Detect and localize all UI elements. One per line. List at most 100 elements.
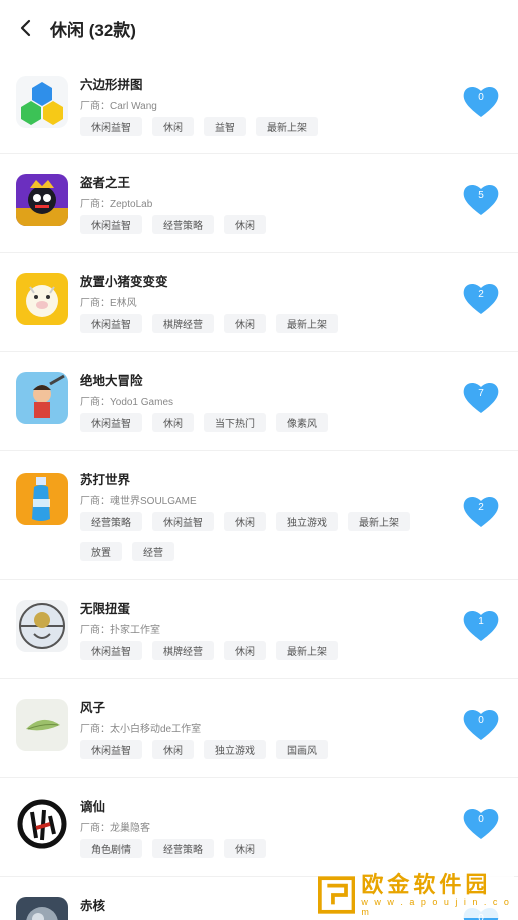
game-name[interactable]: 无限扭蛋 — [80, 598, 130, 617]
vendor-name: 魂世界SOULGAME — [110, 496, 197, 507]
game-tag[interactable]: 国画风 — [276, 740, 328, 759]
game-tag[interactable]: 经营策略 — [80, 512, 142, 531]
game-row[interactable]: 谪仙厂商：龙巢隐客角色剧情 经营策略 休闲 0 — [0, 778, 518, 877]
tag-list: 休闲益智 棋牌经营 休闲 最新上架 — [80, 641, 440, 660]
like-button[interactable]: 0 — [461, 83, 501, 119]
vendor-name: Carl Wang — [110, 101, 157, 112]
game-name[interactable]: 风子 — [80, 697, 105, 716]
game-tag[interactable]: 当下热门 — [204, 413, 266, 432]
game-name[interactable]: 放置小猪变变变 — [80, 271, 168, 290]
game-vendor: 厂商：Yodo1 Games — [80, 393, 173, 408]
game-vendor: 厂商：魂世界SOULGAME — [80, 492, 197, 507]
game-row[interactable]: 苏打世界厂商：魂世界SOULGAME 经营策略 休闲益智 休闲 独立游戏 最新上架放置 经营… — [0, 451, 518, 580]
game-tag[interactable]: 休闲益智 — [80, 314, 142, 333]
like-button[interactable]: 2 — [461, 493, 501, 529]
hexagon-puzzle-icon[interactable] — [16, 76, 68, 128]
game-tag[interactable]: 休闲 — [152, 740, 194, 759]
game-tag[interactable]: 独立游戏 — [276, 512, 338, 531]
tag-list: 休闲益智 休闲 益智 最新上架 — [80, 117, 440, 136]
game-tag[interactable]: 休闲 — [224, 641, 266, 660]
like-button[interactable]: 5 — [461, 181, 501, 217]
idle-pig-icon[interactable] — [16, 273, 68, 325]
game-tag[interactable]: 休闲益智 — [80, 413, 142, 432]
soda-bottle-icon[interactable] — [16, 473, 68, 525]
game-name[interactable]: 六边形拼图 — [80, 74, 143, 93]
game-tag[interactable]: 休闲益智 — [152, 512, 214, 531]
game-tag[interactable]: 经营策略 — [152, 839, 214, 858]
game-row[interactable]: 绝地大冒险厂商：Yodo1 Games 休闲益智 休闲 当下热门 像素风 7 — [0, 352, 518, 451]
game-tag[interactable]: 棋牌经营 — [152, 314, 214, 333]
game-name[interactable]: 盗者之王 — [80, 172, 130, 191]
ink-calligraphy-icon[interactable] — [16, 798, 68, 850]
like-button[interactable]: 0 — [461, 706, 501, 742]
tag-list: 角色剧情 经营策略 休闲 — [80, 839, 440, 858]
site-watermark: 欧金软件园 w w w . a p o u j i n . c o m — [318, 872, 514, 918]
tag-list: 休闲益智 经营策略 休闲 — [80, 215, 440, 234]
vendor-name: 扑家工作室 — [110, 625, 160, 636]
game-row[interactable]: 六边形拼图 厂商：Carl Wang 休闲益智 休闲 益智 最新上架 0 — [0, 56, 518, 154]
game-tag[interactable]: 最新上架 — [256, 117, 318, 136]
game-tag[interactable]: 休闲 — [152, 413, 194, 432]
vendor-prefix: 厂商： — [80, 199, 110, 210]
vendor-prefix: 厂商： — [80, 397, 110, 408]
game-tag[interactable]: 最新上架 — [276, 314, 338, 333]
game-list: 六边形拼图 厂商：Carl Wang 休闲益智 休闲 益智 最新上架 0 盗者之王 厂商：Zep… — [0, 56, 518, 920]
game-tag[interactable]: 像素风 — [276, 413, 328, 432]
game-tag[interactable]: 休闲 — [224, 215, 266, 234]
game-row[interactable]: 放置小猪变变变厂商：E林风休闲益智 棋牌经营 休闲 最新上架 2 — [0, 253, 518, 352]
vendor-name: 龙巢隐客 — [110, 823, 150, 834]
game-vendor: 厂商：扑家工作室 — [80, 621, 160, 636]
like-button[interactable]: 2 — [461, 280, 501, 316]
game-tag[interactable]: 休闲 — [224, 314, 266, 333]
vendor-prefix: 厂商： — [80, 724, 110, 735]
vendor-prefix: 厂商： — [80, 625, 110, 636]
metal-sphere-icon[interactable] — [16, 897, 68, 920]
game-tag[interactable]: 休闲 — [152, 117, 194, 136]
game-row[interactable]: 无限扭蛋厂商：扑家工作室休闲益智 棋牌经营 休闲 最新上架 1 — [0, 580, 518, 679]
game-tag[interactable]: 休闲益智 — [80, 215, 142, 234]
game-row[interactable]: 盗者之王厂商：ZeptoLab 休闲益智 经营策略 休闲 5 — [0, 154, 518, 253]
game-tag[interactable]: 独立游戏 — [204, 740, 266, 759]
game-name[interactable]: 苏打世界 — [80, 469, 130, 488]
tag-list: 休闲益智 休闲 独立游戏 国画风 — [80, 740, 440, 759]
game-name[interactable]: 绝地大冒险 — [80, 370, 143, 389]
like-count: 0 — [478, 715, 484, 726]
vendor-prefix: 厂商： — [80, 823, 110, 834]
game-tag[interactable]: 经营 — [132, 542, 174, 561]
watermark-title: 欧金软件园 — [361, 872, 492, 897]
back-button[interactable] — [0, 0, 52, 56]
tag-list: 休闲益智 棋牌经营 休闲 最新上架 — [80, 314, 440, 333]
watermark-logo-icon — [318, 876, 356, 914]
game-tag[interactable]: 最新上架 — [348, 512, 410, 531]
game-tag[interactable]: 角色剧情 — [80, 839, 142, 858]
game-tag[interactable]: 经营策略 — [152, 215, 214, 234]
game-tag[interactable]: 休闲益智 — [80, 740, 142, 759]
game-vendor: 厂商：龙巢隐客 — [80, 819, 150, 834]
game-tag[interactable]: 休闲益智 — [80, 117, 142, 136]
game-tag[interactable]: 放置 — [80, 542, 122, 561]
game-row[interactable]: 风子 厂商：太小白移动de工作室 休闲益智 休闲 独立游戏 国画风 0 — [0, 679, 518, 778]
tag-list: 休闲益智 休闲 当下热门 像素风 — [80, 413, 440, 432]
like-button[interactable]: 1 — [461, 607, 501, 643]
gacha-capsule-icon[interactable] — [16, 600, 68, 652]
like-count: 0 — [478, 92, 484, 103]
game-tag[interactable]: 休闲 — [224, 839, 266, 858]
game-name[interactable]: 赤核 — [80, 895, 105, 914]
game-tag[interactable]: 休闲 — [224, 512, 266, 531]
game-tag[interactable]: 最新上架 — [276, 641, 338, 660]
king-of-thieves-icon[interactable] — [16, 174, 68, 226]
like-button[interactable]: 0 — [461, 805, 501, 841]
leaf-painting-icon[interactable] — [16, 699, 68, 751]
game-vendor: 厂商：E林风 — [80, 294, 137, 309]
adventure-hero-icon[interactable] — [16, 372, 68, 424]
game-tag[interactable]: 休闲益智 — [80, 641, 142, 660]
like-count: 0 — [478, 814, 484, 825]
like-count: 2 — [478, 289, 484, 300]
vendor-prefix: 厂商： — [80, 101, 110, 112]
game-tag[interactable]: 棋牌经营 — [152, 641, 214, 660]
game-name[interactable]: 谪仙 — [80, 796, 105, 815]
like-button[interactable]: 7 — [461, 379, 501, 415]
game-tag[interactable]: 益智 — [204, 117, 246, 136]
game-vendor: 厂商：ZeptoLab — [80, 195, 152, 210]
vendor-name: Yodo1 Games — [110, 397, 174, 408]
